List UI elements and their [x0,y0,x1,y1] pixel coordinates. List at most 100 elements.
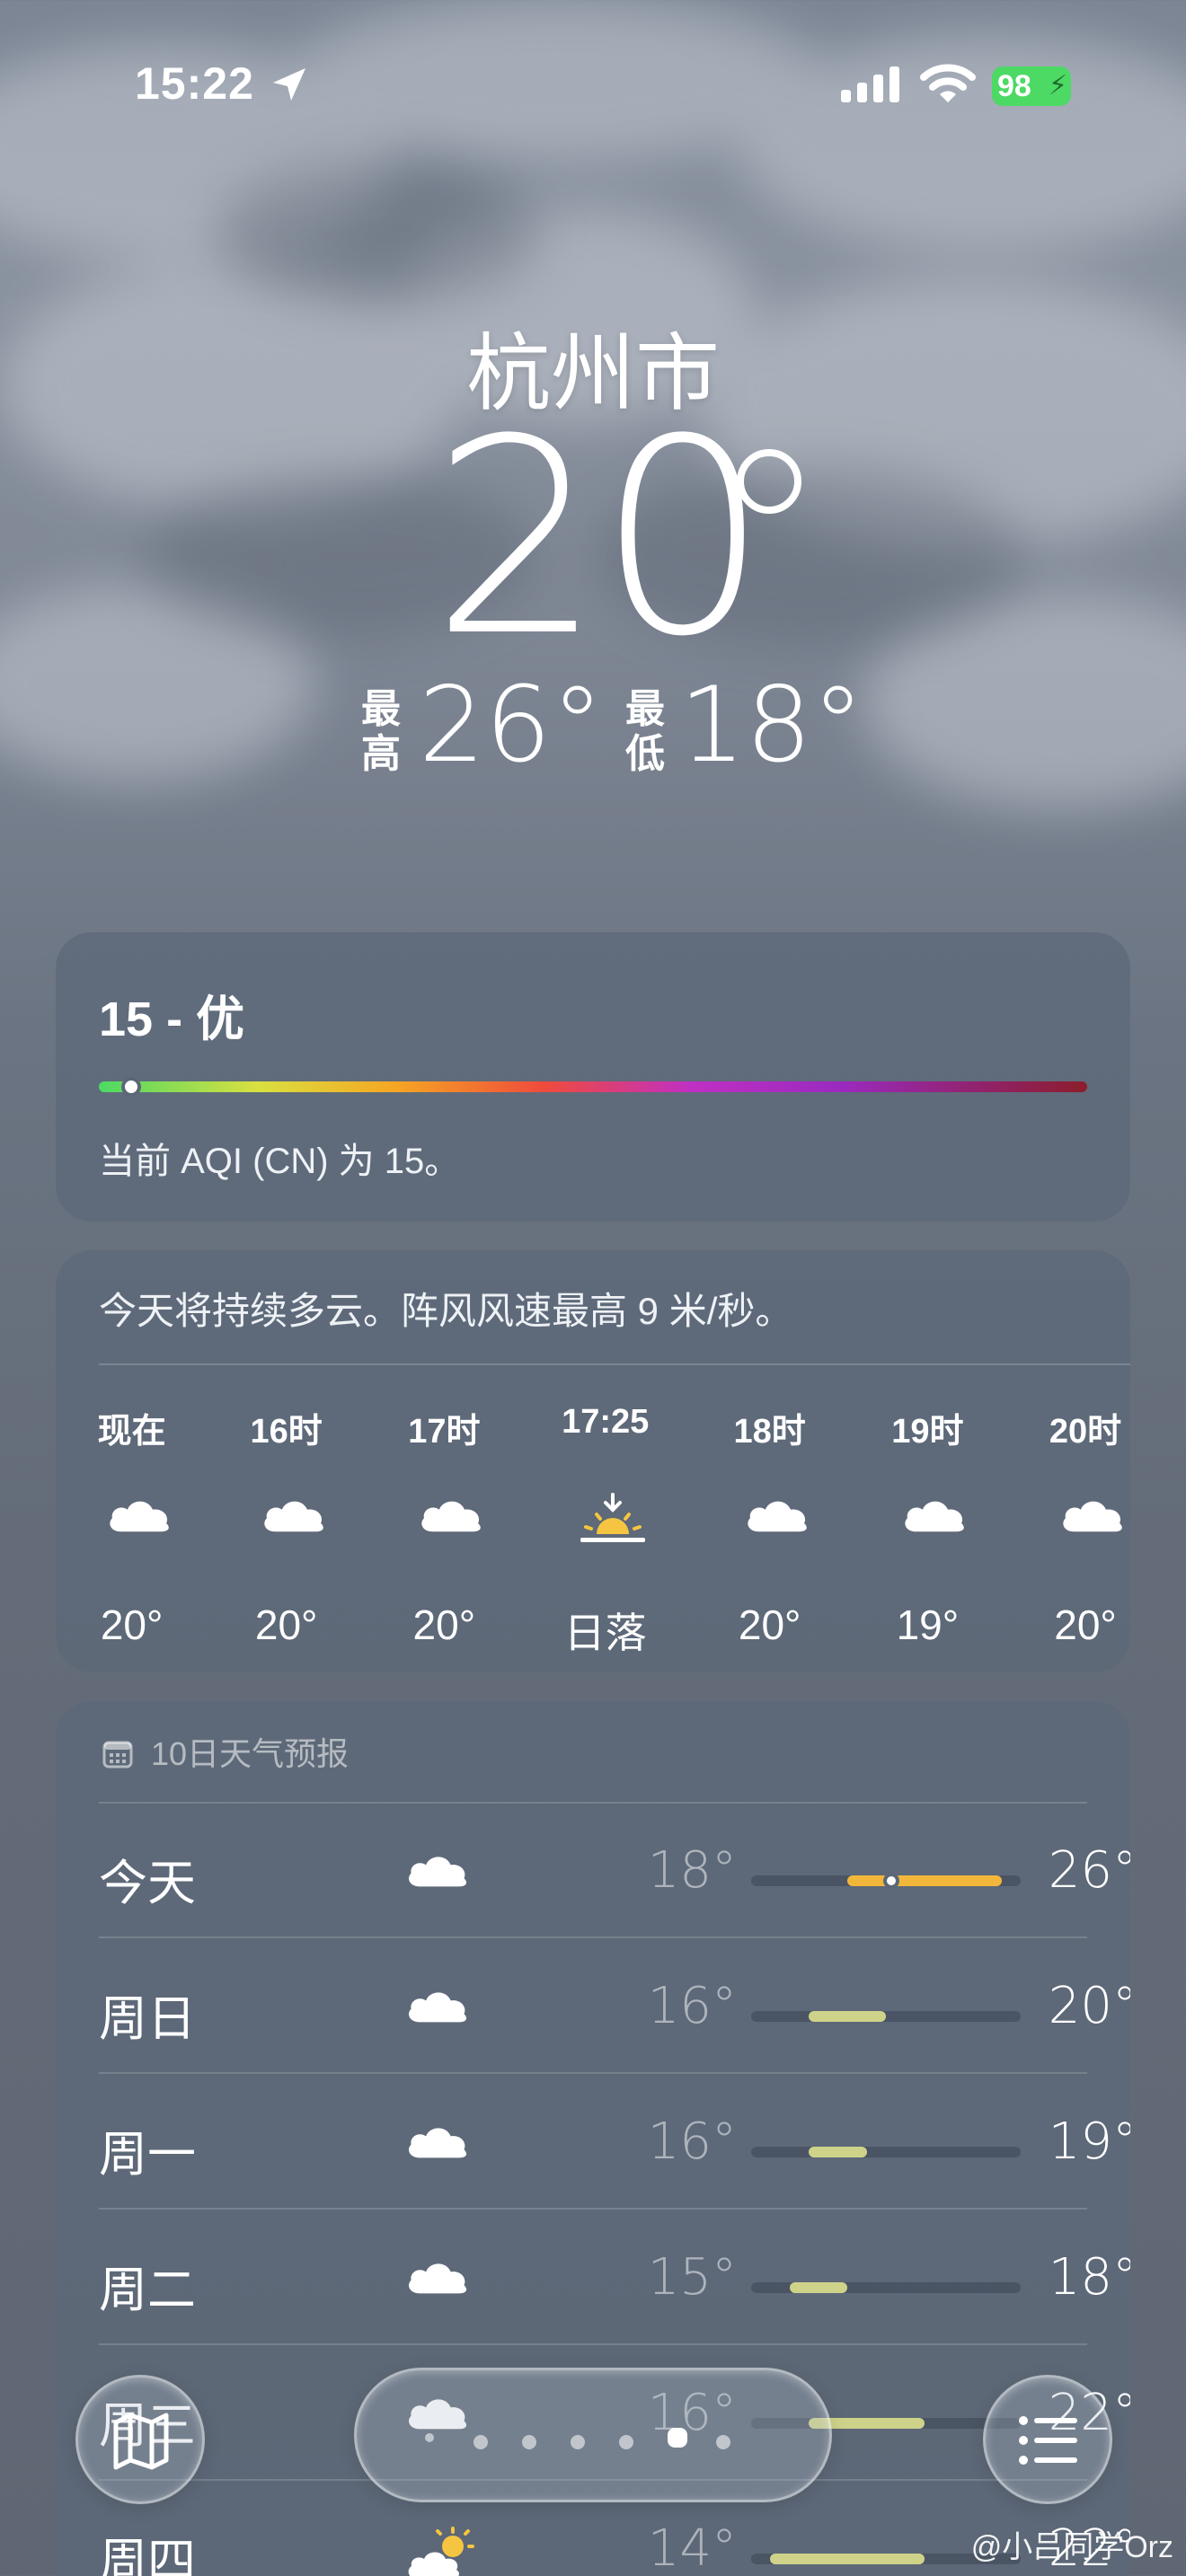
hour-value: 19° [896,1601,960,1648]
high-temperature: 26° [419,665,604,786]
page-dot[interactable] [619,2435,633,2449]
hour-label: 现在 [97,1413,166,1451]
temperature-range-track [751,2282,1021,2293]
page-dot[interactable] [522,2435,536,2449]
hour-icon [105,1493,173,1539]
forecast-high: 19° [1048,2113,1130,2171]
low-label-char-1: 最 [625,687,665,731]
map-icon [113,2413,169,2470]
high-label-char-2: 高 [361,732,401,776]
low-label-char-2: 低 [625,732,665,776]
high-label-char-1: 最 [361,687,401,731]
divider [99,2343,1087,2345]
hour-icon [417,1493,485,1539]
hour-icon [900,1493,969,1539]
forecast-icon [404,2255,471,2301]
wifi-icon [920,64,976,102]
divider [99,1936,1087,1938]
forecast-row[interactable]: 周一 16° 19° [99,2075,1130,2210]
hourly-summary: 今天将持续多云。阵风风速最高 9 米/秒。 [99,1290,793,1332]
degree-symbol [737,449,801,514]
divider [99,2208,1087,2210]
page-dot[interactable] [716,2435,730,2449]
hour-label: 17时 [408,1413,481,1451]
forecast-low: 16° [647,1977,737,2035]
low-label: 最 低 [625,687,670,777]
hour-icon [260,1493,328,1539]
low-temperature: 18° [679,665,864,786]
high-label: 最 高 [361,687,406,777]
page-indicator[interactable] [354,2368,832,2502]
hourly-forecast-card[interactable]: 今天将持续多云。阵风风速最高 9 米/秒。 现在 20° 16时 20° 17时 20° 1… [56,1250,1130,1672]
divider [99,1363,1130,1365]
current-temp-dot [883,1873,900,1889]
battery-indicator: 98 ⚡ [992,66,1071,106]
location-arrow-icon [273,68,305,101]
page-dot[interactable] [571,2435,585,2449]
forecast-day: 周一 [99,2128,196,2182]
forecast-day: 今天 [99,1857,196,1910]
page-dot[interactable] [668,2428,687,2448]
aqi-scale-bar [99,1077,1087,1097]
temperature-range-track [751,2011,1021,2022]
city-list-button[interactable] [983,2375,1112,2504]
cloud-icon [409,1992,467,2023]
calendar-icon [102,1741,133,1769]
forecast-low: 15° [647,2248,737,2307]
hour-label: 16时 [250,1413,323,1451]
hour-value: 日落 [563,1610,647,1656]
divider [99,2072,1087,2074]
forecast-row[interactable]: 周日 16° 20° [99,1939,1130,2074]
hour-value: 20° [1054,1601,1117,1648]
hour-label: 20时 [1049,1413,1122,1451]
hour-value: 20° [100,1601,164,1648]
cellular-signal-icon [841,66,899,102]
page-dot[interactable] [425,2433,434,2442]
sunset-icon [580,1493,645,1542]
hour-label: 18时 [733,1413,806,1451]
charging-bolt-icon: ⚡ [1048,71,1067,101]
status-time: 15:22 [135,58,254,109]
temperature-range-fill [847,1875,1002,1886]
forecast-row[interactable]: 今天 18° 26° [99,1804,1130,1938]
current-temperature: 20 [431,382,769,695]
cloud-icon [905,1501,965,1532]
cloud-icon [421,1501,482,1532]
battery-level: 98 [997,69,1031,103]
hour-icon [1058,1493,1127,1539]
watermark: @小吕同学Orz [970,2530,1173,2564]
cloud-icon [109,1501,169,1532]
temperature-range-track [751,1873,1021,1889]
map-button[interactable] [75,2375,205,2504]
forecast-row[interactable]: 周二 15° 18° [99,2210,1130,2345]
temperature-range-fill [809,2011,886,2022]
air-quality-card[interactable]: 15 - 优 当前 AQI (CN) 为 15。 [56,932,1130,1222]
hour-value: 20° [412,1601,476,1648]
forecast-icon [404,1848,471,1894]
hour-value: 20° [254,1601,318,1648]
page-dot[interactable] [474,2435,488,2449]
temperature-range-fill [809,2147,867,2157]
hour-label: 19时 [891,1413,964,1451]
forecast-heading: 10日天气预报 [151,1735,350,1772]
cloud-icon [409,1857,467,1887]
forecast-high: 18° [1048,2248,1130,2307]
status-bar: 15:22 98 ⚡ [0,0,1186,180]
temperature-range-fill [789,2282,848,2293]
hour-icon [579,1493,647,1555]
forecast-high: 26° [1048,1841,1130,1900]
forecast-high: 20° [1048,1977,1130,2035]
forecast-day: 周二 [99,2263,196,2317]
aqi-description: 当前 AQI (CN) 为 15。 [99,1142,461,1181]
hour-icon [743,1493,811,1539]
list-icon [1019,2416,1077,2465]
cloud-icon [748,1501,807,1532]
forecast-day: 周日 [99,1992,196,2046]
cloud-icon [1063,1501,1122,1532]
forecast-icon [404,2120,471,2166]
cloud-icon [263,1501,323,1532]
aqi-title: 15 - 优 [99,992,245,1046]
hour-label: 17:25 [562,1403,650,1441]
cloud-icon [409,2263,467,2294]
cloud-icon [409,2128,467,2158]
